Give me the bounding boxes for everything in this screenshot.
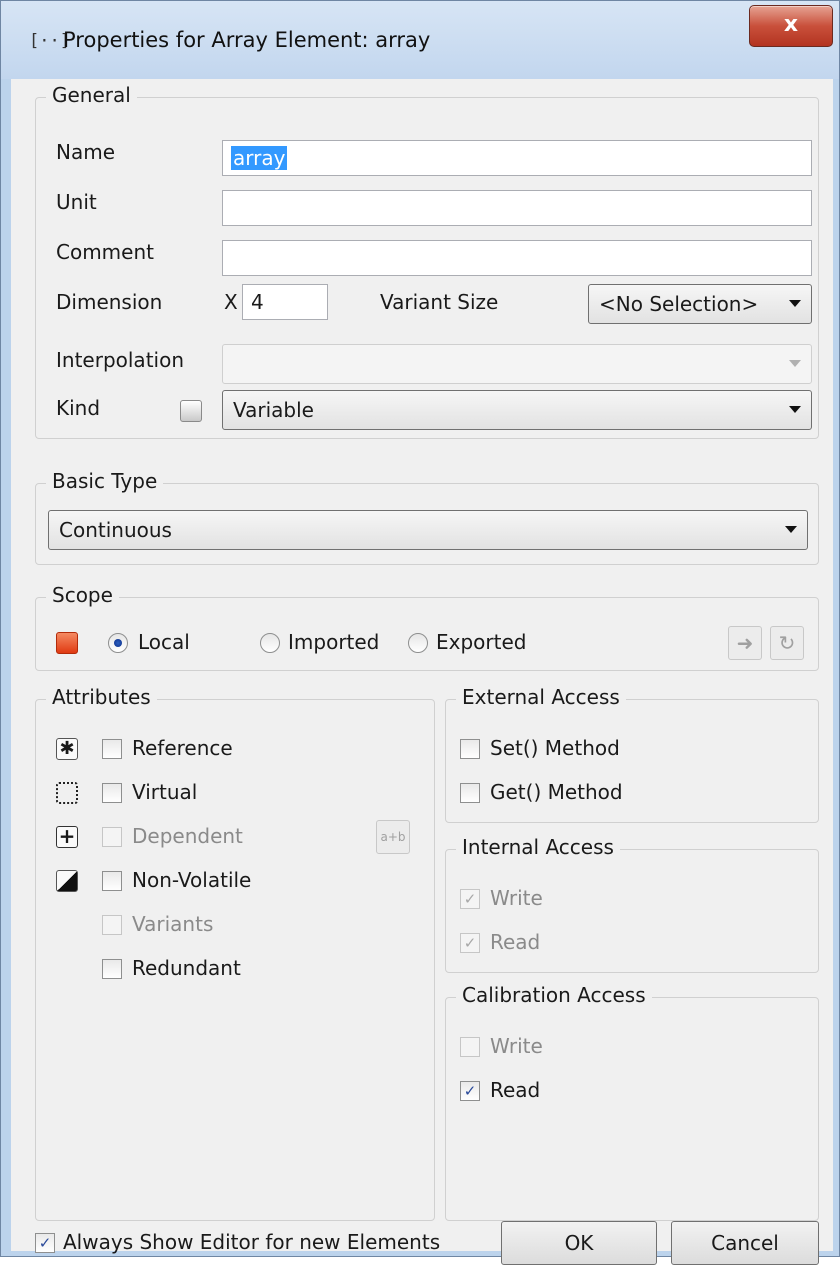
kind-state-icon[interactable] <box>180 400 202 422</box>
get-method-label: Get() Method <box>490 780 623 804</box>
refresh-icon[interactable]: ↻ <box>770 626 804 660</box>
scope-local-label[interactable]: Local <box>138 630 190 654</box>
calibration-read-label: Read <box>490 1078 541 1102</box>
calibration-write-checkbox[interactable] <box>460 1037 480 1057</box>
internal-read-checkbox[interactable]: ✓ <box>460 933 480 953</box>
dimension-axis-label: X <box>224 290 238 314</box>
get-method-checkbox[interactable] <box>460 783 480 803</box>
attributes-group: Attributes ✱ Reference Virtual + Depende… <box>35 685 435 1221</box>
variant-size-dropdown[interactable]: <No Selection> <box>588 284 812 324</box>
non-volatile-label: Non-Volatile <box>132 868 252 892</box>
always-show-label[interactable]: Always Show Editor for new Elements <box>63 1230 440 1254</box>
window-title: Properties for Array Element: array <box>63 28 431 52</box>
name-value: array <box>231 146 288 170</box>
scope-group: Scope Local Imported Exported ➜ ↻ <box>35 583 819 671</box>
comment-label: Comment <box>56 240 154 264</box>
interpolation-label: Interpolation <box>56 348 184 372</box>
kind-dropdown[interactable]: Variable <box>222 390 812 430</box>
variant-size-value: <No Selection> <box>599 292 759 316</box>
formula-icon[interactable]: a+b <box>376 820 410 854</box>
unit-label: Unit <box>56 190 97 214</box>
dependent-icon: + <box>56 826 78 848</box>
title-bar[interactable]: [··] Properties for Array Element: array… <box>1 1 839 79</box>
virtual-label: Virtual <box>132 780 198 804</box>
set-method-label: Set() Method <box>490 736 620 760</box>
variant-size-label: Variant Size <box>380 290 499 314</box>
scope-imported-radio[interactable] <box>260 633 280 653</box>
virtual-icon <box>56 782 78 804</box>
basic-type-value: Continuous <box>59 518 172 542</box>
name-field[interactable]: array <box>222 140 812 176</box>
scope-exported-radio[interactable] <box>408 633 428 653</box>
properties-dialog: [··] Properties for Array Element: array… <box>0 0 840 1265</box>
internal-access-legend: Internal Access <box>456 835 620 859</box>
always-show-checkbox[interactable]: ✓ <box>35 1233 55 1253</box>
external-access-group: External Access Set() Method Get() Metho… <box>445 685 819 823</box>
unit-field[interactable] <box>222 190 812 226</box>
scope-color-icon <box>56 632 78 654</box>
scope-local-radio[interactable] <box>108 633 128 653</box>
variants-label: Variants <box>132 912 214 936</box>
reference-icon: ✱ <box>56 738 78 760</box>
name-label: Name <box>56 140 116 164</box>
goto-icon[interactable]: ➜ <box>728 626 762 660</box>
dependent-label: Dependent <box>132 824 243 848</box>
set-method-checkbox[interactable] <box>460 739 480 759</box>
scope-imported-label[interactable]: Imported <box>288 630 379 654</box>
calibration-access-group: Calibration Access Write ✓ Read <box>445 983 819 1221</box>
internal-access-group: Internal Access ✓ Write ✓ Read <box>445 835 819 973</box>
kind-value: Variable <box>233 398 314 422</box>
scope-exported-label[interactable]: Exported <box>436 630 526 654</box>
reference-label: Reference <box>132 736 233 760</box>
comment-field[interactable] <box>222 240 812 276</box>
chevron-down-icon <box>789 406 801 413</box>
calibration-write-label: Write <box>490 1034 543 1058</box>
redundant-label: Redundant <box>132 956 241 980</box>
variants-checkbox[interactable] <box>102 915 122 935</box>
internal-read-label: Read <box>490 930 541 954</box>
general-legend: General <box>46 83 137 107</box>
close-button[interactable]: x <box>749 5 833 47</box>
redundant-checkbox[interactable] <box>102 959 122 979</box>
chevron-down-icon <box>785 526 797 533</box>
virtual-checkbox[interactable] <box>102 783 122 803</box>
non-volatile-icon <box>56 870 78 892</box>
calibration-access-legend: Calibration Access <box>456 983 652 1007</box>
chevron-down-icon <box>789 360 801 367</box>
basic-type-dropdown[interactable]: Continuous <box>48 510 808 550</box>
external-access-legend: External Access <box>456 685 626 709</box>
cancel-button[interactable]: Cancel <box>671 1221 819 1265</box>
attributes-legend: Attributes <box>46 685 157 709</box>
dependent-checkbox[interactable] <box>102 827 122 847</box>
ok-button[interactable]: OK <box>501 1221 657 1265</box>
internal-write-checkbox[interactable]: ✓ <box>460 889 480 909</box>
general-group: General Name array Unit Comment Dimensio… <box>35 83 819 439</box>
kind-label: Kind <box>56 396 101 420</box>
reference-checkbox[interactable] <box>102 739 122 759</box>
dimension-label: Dimension <box>56 290 163 314</box>
chevron-down-icon <box>789 300 801 307</box>
interpolation-dropdown[interactable] <box>222 344 812 384</box>
dialog-body: General Name array Unit Comment Dimensio… <box>11 79 833 1265</box>
dimension-x-field[interactable]: 4 <box>242 284 328 320</box>
scope-legend: Scope <box>46 583 119 607</box>
calibration-read-checkbox[interactable]: ✓ <box>460 1081 480 1101</box>
non-volatile-checkbox[interactable] <box>102 871 122 891</box>
internal-write-label: Write <box>490 886 543 910</box>
basic-type-legend: Basic Type <box>46 469 164 493</box>
basic-type-group: Basic Type Continuous <box>35 469 819 565</box>
